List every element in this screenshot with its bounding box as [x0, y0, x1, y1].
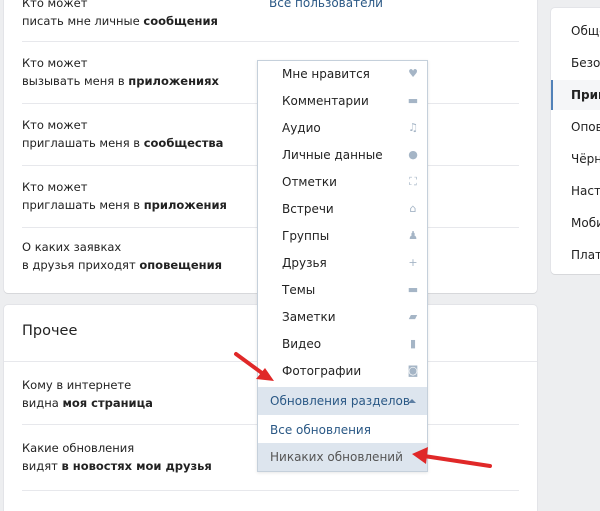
option-no-updates[interactable]: Никаких обновлений — [258, 443, 427, 471]
nav-item-notifications[interactable]: Оповещения — [551, 112, 600, 142]
settings-nav-menu: Общее Безопасность Приватность Оповещени… — [551, 8, 600, 274]
setting-label-plain: приглашать меня в — [22, 136, 144, 150]
nav-item-app-settings[interactable]: Настройки приложений — [551, 176, 600, 206]
tag-frame-icon: ⛶ — [409, 175, 417, 188]
dropdown-item-topics[interactable]: Темы ▬ — [258, 277, 427, 304]
dropdown-item-friends[interactable]: Друзья + — [258, 250, 427, 277]
setting-label-plain: писать мне личные — [22, 14, 144, 28]
setting-label-plain: в друзья приходят — [22, 258, 140, 272]
setting-label-line1: Кто может — [22, 56, 88, 70]
section-title: Прочее — [22, 323, 78, 339]
setting-label-plain: приглашать меня в — [22, 198, 144, 212]
person-icon: ● — [408, 148, 418, 161]
setting-label-line1: Кто может — [22, 180, 88, 194]
setting-label-bold: оповещения — [139, 258, 223, 272]
film-icon: ▮ — [409, 337, 417, 350]
row-divider — [22, 490, 519, 491]
setting-label-plain: видят — [22, 459, 62, 473]
setting-label-bold: сообщения — [143, 14, 218, 28]
camera-icon: ◙ — [407, 364, 419, 377]
setting-row-messages[interactable]: Кто может писать мне личные сообщения Вс… — [4, 0, 537, 42]
nav-item-privacy[interactable]: Приватность — [551, 80, 600, 110]
nav-item-general[interactable]: Общее — [551, 16, 600, 46]
dropdown-item-tags[interactable]: Отметки ⛶ — [258, 169, 427, 196]
setting-label-bold: моя страница — [62, 396, 153, 410]
speech-bubble-icon: ▬ — [407, 283, 419, 296]
setting-label-bold: приложениях — [128, 74, 219, 88]
setting-label-plain: вызывать меня в — [22, 74, 129, 88]
dropdown-item-groups[interactable]: Группы ♟ — [258, 223, 427, 250]
dropdown-item-notes[interactable]: Заметки ▰ — [258, 304, 427, 331]
nav-item-blacklist[interactable]: Чёрный список — [551, 144, 600, 174]
setting-label-line1: Какие обновления — [22, 441, 135, 455]
dropdown-item-audio[interactable]: Аудио ♫ — [258, 115, 427, 142]
red-arrow-icon — [412, 447, 492, 468]
house-icon: ⌂ — [409, 202, 417, 215]
dropdown-item-video[interactable]: Видео ▮ — [258, 331, 427, 358]
red-arrow-icon — [234, 352, 274, 381]
setting-label-bold: приложения — [143, 198, 227, 212]
dropdown-item-personal-data[interactable]: Личные данные ● — [258, 142, 427, 169]
plus-icon: + — [408, 256, 418, 269]
setting-label-line1: Кто может — [22, 0, 88, 10]
caret-up-icon — [408, 399, 416, 403]
nav-item-security[interactable]: Безопасность — [551, 48, 600, 78]
comment-icon: ▬ — [407, 94, 419, 107]
dropdown-item-events[interactable]: Встречи ⌂ — [258, 196, 427, 223]
setting-label-plain: видна — [22, 396, 63, 410]
setting-label-bold: в новостях мои друзья — [61, 459, 212, 473]
group-icon: ♟ — [408, 229, 418, 242]
heart-icon: ♥ — [408, 67, 418, 80]
dropdown-item-likes[interactable]: Мне нравится ♥ — [258, 61, 427, 88]
setting-label-line1: О каких заявках — [22, 240, 122, 254]
news-updates-dropdown: Мне нравится ♥ Комментарии ▬ Аудио ♫ Личные… — [257, 60, 428, 472]
dropdown-item-photos[interactable]: Фотографии ◙ — [258, 358, 427, 385]
note-icon: ▰ — [408, 310, 418, 323]
setting-label-bold: сообщества — [143, 136, 224, 150]
section-updates-header[interactable]: Обновления разделов — [258, 387, 427, 415]
dropdown-item-comments[interactable]: Комментарии ▬ — [258, 88, 427, 115]
setting-label-line1: Кому в интернете — [22, 378, 132, 392]
nav-item-mobile[interactable]: Мобильные сервисы — [551, 208, 600, 238]
setting-label-line1: Кто может — [22, 118, 88, 132]
nav-item-payments[interactable]: Платежи — [551, 240, 600, 270]
option-all-updates[interactable]: Все обновления — [258, 416, 427, 444]
setting-value-messages[interactable]: Все пользователи — [269, 0, 383, 10]
music-note-icon: ♫ — [408, 121, 418, 134]
